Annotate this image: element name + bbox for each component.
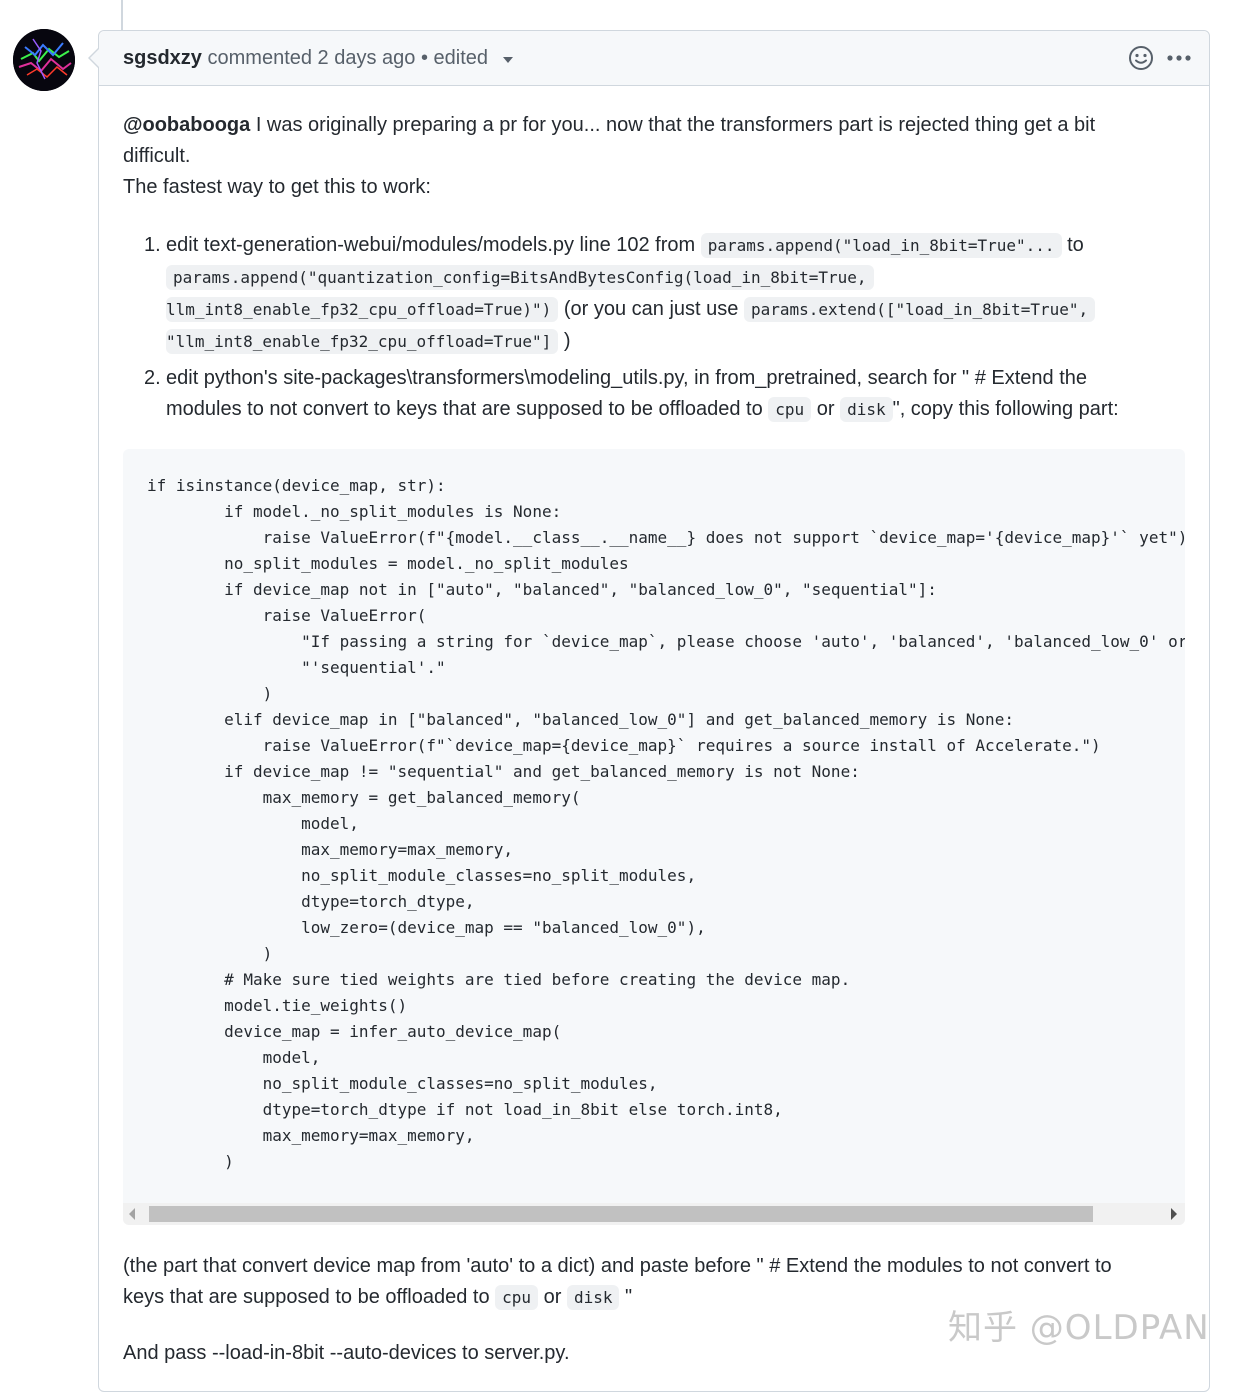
scroll-right-arrow-icon[interactable] bbox=[1171, 1208, 1177, 1220]
step-text: (or you can just use bbox=[558, 298, 744, 320]
inline-code: params.extend(["load_in_8bit=True", bbox=[743, 297, 1096, 322]
intro-text: I was originally preparing a pr for you.… bbox=[250, 114, 1096, 136]
list-item: 2. edit python's site-packages\transforme… bbox=[144, 362, 1087, 394]
chevron-down-icon[interactable] bbox=[502, 47, 514, 70]
step-text: ) bbox=[558, 330, 571, 352]
list-item-continuation: llm_int8_enable_fp32_cpu_offload=True)")… bbox=[166, 293, 1096, 326]
intro-line-2: difficult. bbox=[123, 145, 191, 167]
step-text: edit python's site-packages\transformers… bbox=[166, 367, 1088, 389]
comment-meta: sgsdxzy commented 2 days ago • edited bbox=[123, 47, 514, 70]
inline-code: params.append("load_in_8bit=True"... bbox=[700, 233, 1062, 258]
watermark: 知乎 @OLDPAN bbox=[948, 1308, 1210, 1348]
step-text: or bbox=[811, 398, 841, 420]
outro-text: or bbox=[538, 1286, 567, 1308]
inline-code: llm_int8_enable_fp32_cpu_offload=True)") bbox=[166, 297, 559, 322]
outro-line-2: keys that are supposed to be offloaded t… bbox=[123, 1282, 632, 1313]
list-item-continuation: "llm_int8_enable_fp32_cpu_offload=True"]… bbox=[166, 325, 571, 358]
inline-code: params.append("quantization_config=BitsA… bbox=[166, 265, 874, 290]
comment-action-text[interactable]: commented 2 days ago • edited bbox=[208, 47, 489, 69]
smiley-icon[interactable] bbox=[1127, 44, 1155, 72]
inline-code: cpu bbox=[768, 397, 812, 422]
step-text: ", copy this following part: bbox=[892, 398, 1119, 420]
final-line: And pass --load-in-8bit --auto-devices t… bbox=[123, 1342, 570, 1364]
scrollbar-thumb[interactable] bbox=[149, 1206, 1093, 1222]
list-number: 1. bbox=[144, 234, 161, 256]
inline-code: cpu bbox=[495, 1285, 539, 1310]
inline-code: "llm_int8_enable_fp32_cpu_offload=True"] bbox=[166, 329, 559, 354]
comment-header-actions bbox=[1127, 44, 1193, 72]
outro-line-1: (the part that convert device map from '… bbox=[123, 1255, 1112, 1277]
intro-line-3: The fastest way to get this to work: bbox=[123, 176, 431, 198]
author-link[interactable]: sgsdxzy bbox=[123, 47, 202, 69]
comment-header: sgsdxzy commented 2 days ago • edited bbox=[99, 31, 1209, 86]
list-item: 1. edit text-generation-webui/modules/mod… bbox=[144, 229, 1084, 262]
step-text: edit text-generation-webui/modules/model… bbox=[166, 234, 701, 256]
step-text: to bbox=[1061, 234, 1084, 256]
inline-code: disk bbox=[840, 397, 893, 422]
outro-text: " bbox=[619, 1286, 633, 1308]
kebab-horizontal-icon[interactable] bbox=[1165, 44, 1193, 72]
scroll-left-arrow-icon[interactable] bbox=[129, 1208, 135, 1220]
horizontal-scrollbar[interactable] bbox=[123, 1203, 1185, 1225]
code-snippet: if isinstance(device_map, str): if model… bbox=[147, 476, 1185, 1171]
list-number: 2. bbox=[144, 367, 161, 389]
avatar-lightning-image bbox=[13, 29, 75, 91]
list-item-continuation: modules to not convert to keys that are … bbox=[166, 393, 1119, 426]
avatar[interactable] bbox=[13, 29, 75, 91]
mention-link[interactable]: @oobabooga bbox=[123, 114, 250, 136]
timeline-line bbox=[121, 0, 123, 30]
inline-code: disk bbox=[566, 1285, 620, 1310]
intro-line-1: @oobabooga I was originally preparing a … bbox=[123, 110, 1095, 141]
step-text: modules to not convert to keys that are … bbox=[166, 398, 769, 420]
outro-text: keys that are supposed to be offloaded t… bbox=[123, 1286, 496, 1308]
list-item-continuation: params.append("quantization_config=BitsA… bbox=[166, 261, 874, 294]
code-block[interactable]: if isinstance(device_map, str): if model… bbox=[123, 449, 1185, 1225]
comment-pointer-fill bbox=[90, 49, 99, 67]
